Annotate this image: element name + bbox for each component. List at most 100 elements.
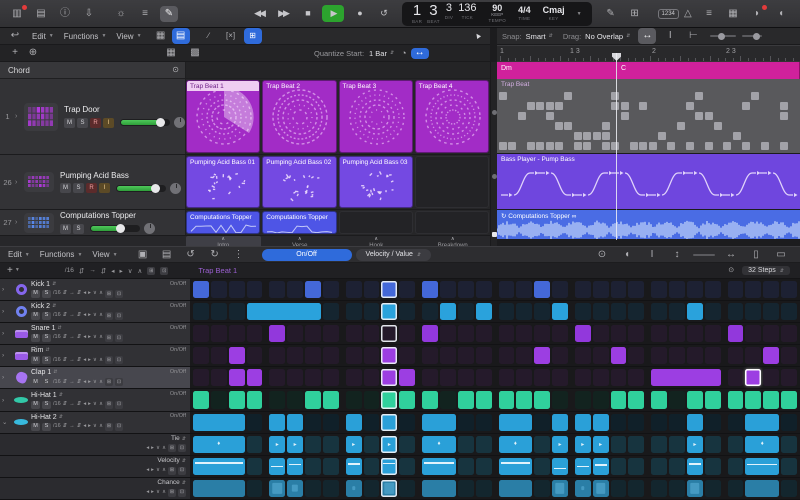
decrement-icon[interactable]: ∨ [93,313,97,319]
step-cell[interactable] [593,303,609,320]
step-cell[interactable] [534,414,550,431]
step-cell[interactable] [211,391,227,408]
step-cell[interactable] [323,391,339,408]
random-steps-icon[interactable]: ⊞ [105,401,113,409]
menu-functions[interactable]: Functions▼ [64,32,107,41]
rotate-left-icon[interactable]: ◂ [83,380,86,386]
mute-button[interactable]: M [60,224,71,234]
solo-button[interactable]: S [42,423,51,431]
step-cell[interactable] [346,303,362,320]
playback-direction-icon[interactable]: → [69,358,75,364]
step-cell[interactable] [346,347,362,364]
notifications-icon[interactable]: ◗ [748,6,766,22]
stepper-icon[interactable]: ⇵ [79,267,84,275]
step-cell[interactable] [745,347,761,364]
step-cell[interactable] [287,414,303,431]
rotate-right-icon[interactable]: ▸ [151,446,154,452]
link-icon[interactable]: ⊙ [728,267,734,274]
rotate-right-icon[interactable]: ▸ [88,358,91,364]
catch-playhead-icon[interactable]: ↔ [638,28,656,44]
step-cell[interactable]: ▸ [381,436,397,453]
step-cell[interactable] [458,303,474,320]
step-cell[interactable] [705,458,721,475]
step-cell[interactable] [593,347,609,364]
empty-cell[interactable] [415,211,489,234]
step-cell[interactable] [399,436,415,453]
pointer-tool-icon[interactable]: ▲ [473,30,484,41]
step-cell[interactable] [476,436,492,453]
metronome-icon[interactable]: △ [679,6,697,22]
step-cell[interactable]: ▸ [593,436,609,453]
step-cell[interactable] [669,325,685,342]
step-cell[interactable] [499,325,515,342]
step-cell[interactable] [669,414,685,431]
step-cell[interactable] [381,303,397,320]
step-cell[interactable] [781,458,797,475]
step-cell[interactable] [728,369,744,386]
step-cell[interactable] [781,391,797,408]
solo-button[interactable]: S [42,312,51,320]
step-cell[interactable] [422,458,456,475]
stepper-icon[interactable]: ⇵ [77,313,82,319]
step-cell[interactable] [651,414,667,431]
loop-cell[interactable]: Trap Beat 2 [262,80,336,153]
step-cell[interactable] [669,436,685,453]
step-cell[interactable] [381,480,397,497]
decrement-icon[interactable]: ∨ [93,291,97,297]
step-cell[interactable] [575,347,591,364]
input-monitor-button[interactable]: I [99,183,110,193]
disclosure-icon[interactable]: › [2,308,11,315]
step-cell[interactable] [705,325,721,342]
step-cell[interactable] [499,281,515,298]
step-cell[interactable] [346,369,362,386]
step-cell[interactable] [534,347,550,364]
back-icon[interactable]: ↩ [6,28,24,44]
scene-play-icon[interactable]: ∧ [374,237,378,242]
rotate-left-icon[interactable]: ◂ [83,291,86,297]
step-cell[interactable] [381,458,397,475]
pattern-length-select[interactable]: 32 Steps⇵ [742,266,790,275]
step-cell[interactable] [534,391,550,408]
lcd-chevron-icon[interactable]: ▼ [577,11,582,17]
step-cell[interactable] [193,391,209,408]
step-cell[interactable] [705,347,721,364]
step-cell[interactable] [687,414,703,431]
step-cell[interactable] [193,369,209,386]
step-cell[interactable] [399,458,415,475]
step-cell[interactable] [628,414,644,431]
clear-steps-icon[interactable]: ⊡ [115,378,123,386]
play-button[interactable]: ▶ [322,5,344,22]
step-cell[interactable] [229,303,245,320]
step-cell[interactable] [440,369,456,386]
snap-select[interactable]: Smart⇵ [526,32,553,41]
stepper-icon[interactable]: ⇵ [52,304,56,309]
disclosure-icon[interactable]: › [15,179,24,186]
step-cell[interactable] [611,480,627,497]
disclosure-icon[interactable]: › [2,397,11,404]
increment-icon[interactable]: ∧ [99,358,103,364]
step-cell[interactable] [781,325,797,342]
row-header[interactable]: Tie⇵◂▸∨∧⊞⊡ [0,434,190,455]
pencil-tool-icon[interactable]: ✎ [160,6,178,22]
step-rate-select[interactable]: /16 [53,291,61,297]
step-cell[interactable] [458,436,474,453]
empty-cell[interactable] [415,156,489,208]
chord-region-c[interactable]: C [617,62,800,79]
increment-icon[interactable]: ∧ [99,335,103,341]
increment-icon[interactable]: ∧ [162,490,166,496]
empty-cell[interactable] [339,211,413,234]
volume-slider[interactable] [116,185,166,192]
step-cell[interactable] [476,480,492,497]
step-cell[interactable] [323,480,339,497]
clear-steps-icon[interactable]: ⊡ [115,401,123,409]
loop-cell[interactable]: Pumping Acid Bass 01 [186,156,260,208]
step-cell[interactable] [381,347,397,364]
step-cell[interactable] [399,369,415,386]
monitor-icon[interactable]: ◖ [618,247,636,263]
step-cell[interactable] [287,325,303,342]
step-cell[interactable] [651,325,667,342]
clear-steps-icon[interactable]: ⊡ [178,489,186,497]
step-cell[interactable] [669,391,685,408]
solo-button[interactable]: S [42,378,51,386]
divide-mode-icon[interactable]: ▩ [186,45,204,61]
